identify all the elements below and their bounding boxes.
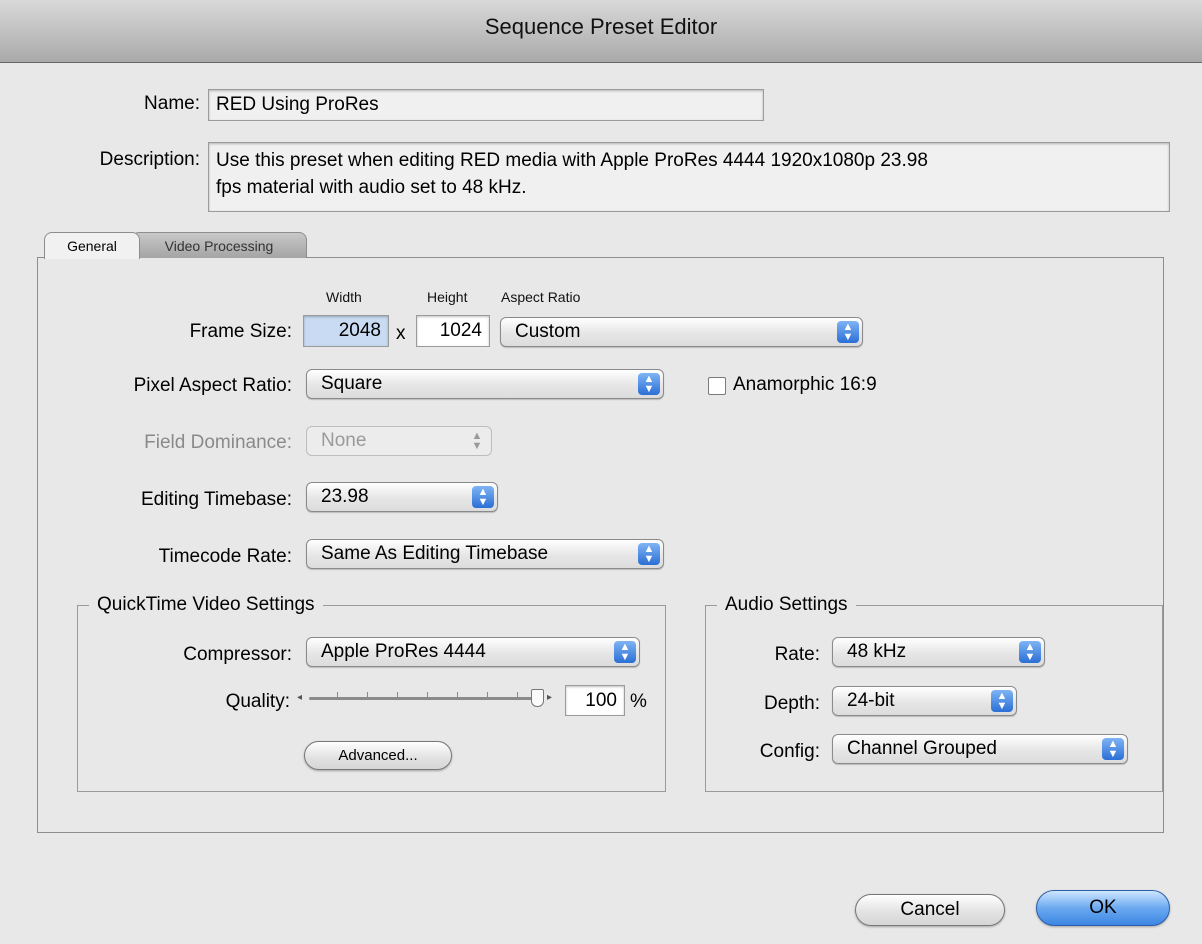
title-bar: Sequence Preset Editor — [0, 0, 1202, 63]
editing-timebase-popup[interactable]: 23.98 ▲ ▼ — [306, 482, 498, 512]
slider-tick — [487, 692, 488, 697]
ok-button[interactable]: OK — [1036, 890, 1170, 926]
anamorphic-label: Anamorphic 16:9 — [733, 374, 877, 395]
slider-tick — [397, 692, 398, 697]
slider-tick — [337, 692, 338, 697]
quicktime-settings-title: QuickTime Video Settings — [89, 594, 323, 616]
name-field[interactable]: RED Using ProRes — [208, 89, 764, 121]
compressor-popup[interactable]: Apple ProRes 4444 ▲ ▼ — [306, 637, 640, 667]
window-title: Sequence Preset Editor — [484, 14, 718, 39]
depth-popup[interactable]: 24-bit ▲ ▼ — [832, 686, 1017, 716]
popup-arrows-icon: ▲ ▼ — [638, 543, 660, 565]
editing-timebase-label: Editing Timebase: — [140, 489, 292, 510]
field-dominance-value: None — [321, 430, 367, 451]
popup-arrows-icon: ▲ ▼ — [991, 690, 1013, 712]
slider-thumb[interactable] — [531, 689, 544, 707]
aspect-ratio-value: Custom — [515, 321, 581, 342]
description-line-2: fps material with audio set to 48 kHz. — [216, 177, 527, 198]
anamorphic-checkbox[interactable] — [708, 377, 726, 395]
rate-value: 48 kHz — [847, 641, 907, 662]
popup-arrows-icon: ▲ ▼ — [1102, 738, 1124, 760]
frame-size-x: x — [396, 323, 406, 344]
cancel-button[interactable]: Cancel — [855, 894, 1005, 926]
slider-right-arrow-icon: ▸ — [547, 692, 553, 703]
timecode-rate-popup[interactable]: Same As Editing Timebase ▲ ▼ — [306, 539, 664, 569]
pixel-aspect-ratio-popup[interactable]: Square ▲ ▼ — [306, 369, 664, 399]
name-label: Name: — [144, 93, 200, 114]
tab-general[interactable]: General — [44, 232, 140, 259]
quality-label: Quality: — [225, 691, 290, 712]
rate-popup[interactable]: 48 kHz ▲ ▼ — [832, 637, 1045, 667]
depth-label: Depth: — [764, 693, 820, 714]
width-header: Width — [326, 289, 362, 305]
description-label: Description: — [99, 149, 200, 170]
slider-tick — [427, 692, 428, 697]
slider-tick — [457, 692, 458, 697]
editing-timebase-value: 23.98 — [321, 486, 369, 507]
aspect-ratio-popup[interactable]: Custom ▲ ▼ — [500, 317, 863, 347]
slider-left-arrow-icon: ◂ — [297, 692, 303, 703]
advanced-button[interactable]: Advanced... — [304, 741, 452, 770]
description-line-1: Use this preset when editing RED media w… — [216, 150, 928, 171]
config-popup[interactable]: Channel Grouped ▲ ▼ — [832, 734, 1128, 764]
config-value: Channel Grouped — [847, 738, 997, 759]
pixel-aspect-ratio-label: Pixel Aspect Ratio: — [133, 375, 292, 396]
field-dominance-label: Field Dominance: — [144, 432, 292, 453]
tab-video-processing[interactable]: Video Processing — [131, 232, 307, 258]
popup-arrows-icon: ▲ ▼ — [1019, 641, 1041, 663]
quality-field[interactable]: 100 — [565, 685, 625, 716]
rate-label: Rate: — [774, 644, 820, 665]
compressor-value: Apple ProRes 4444 — [321, 641, 486, 662]
timecode-rate-value: Same As Editing Timebase — [321, 543, 549, 564]
popup-arrows-icon: ▲ ▼ — [472, 486, 494, 508]
depth-value: 24-bit — [847, 690, 895, 711]
quality-unit: % — [630, 691, 647, 712]
frame-width-field[interactable]: 2048 — [303, 315, 389, 347]
quality-slider[interactable]: ◂ ▸ — [297, 688, 559, 710]
compressor-label: Compressor: — [183, 644, 292, 665]
height-header: Height — [427, 289, 468, 305]
popup-arrows-icon: ▲ ▼ — [638, 373, 660, 395]
config-label: Config: — [759, 741, 820, 762]
aspect-ratio-header: Aspect Ratio — [501, 289, 581, 305]
frame-size-label: Frame Size: — [189, 321, 292, 342]
field-dominance-popup[interactable]: None ▲ ▼ — [306, 426, 492, 456]
slider-track — [309, 697, 541, 700]
description-field[interactable]: Use this preset when editing RED media w… — [208, 142, 1170, 212]
pixel-aspect-ratio-value: Square — [321, 373, 383, 394]
popup-arrows-icon: ▲ ▼ — [471, 430, 483, 452]
timecode-rate-label: Timecode Rate: — [158, 546, 292, 567]
slider-tick — [517, 692, 518, 697]
popup-arrows-icon: ▲ ▼ — [837, 321, 859, 343]
slider-tick — [367, 692, 368, 697]
popup-arrows-icon: ▲ ▼ — [614, 641, 636, 663]
frame-height-field[interactable]: 1024 — [416, 315, 490, 347]
audio-settings-title: Audio Settings — [717, 594, 856, 616]
